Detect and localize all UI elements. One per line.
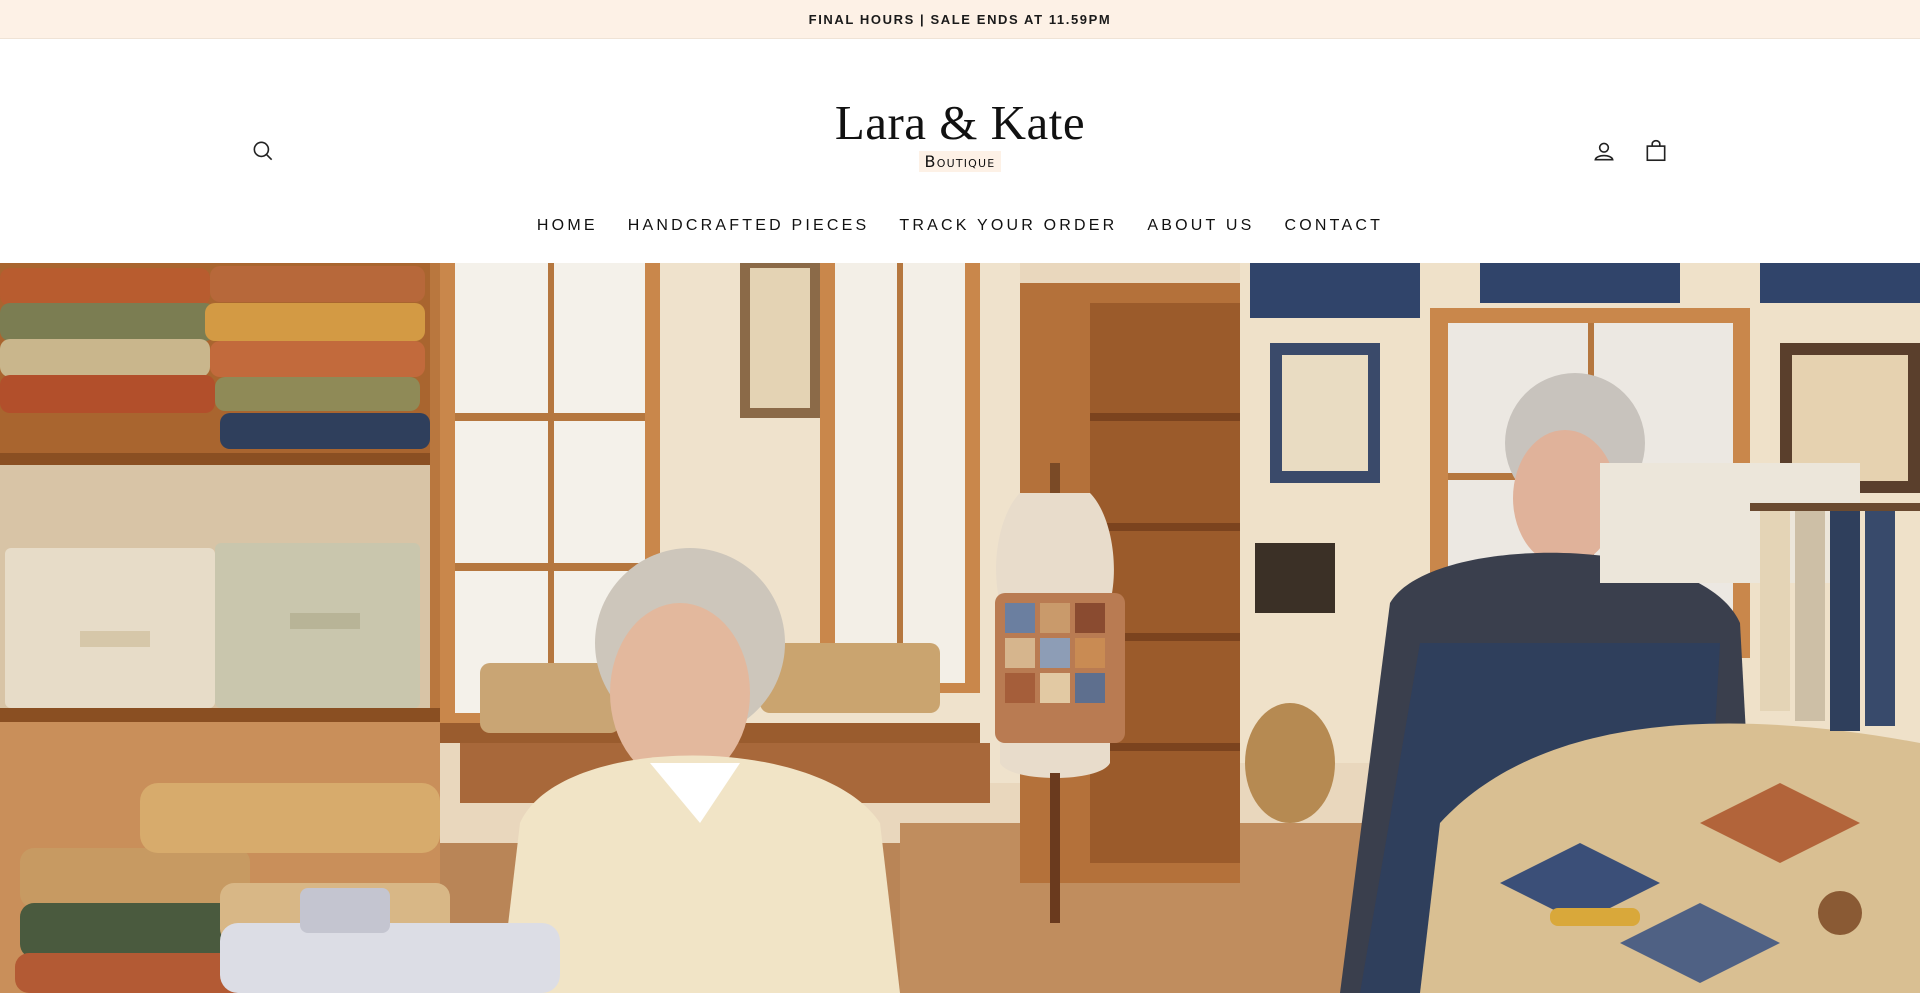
- cart-button[interactable]: [1636, 131, 1676, 171]
- nav-item-handcrafted-pieces[interactable]: HANDCRAFTED PIECES: [628, 217, 870, 235]
- announcement-bar: FINAL HOURS | SALE ENDS AT 11.59PM: [0, 0, 1920, 39]
- logo-subtitle: Boutique: [918, 151, 1002, 172]
- nav-item-track-your-order[interactable]: TRACK YOUR ORDER: [899, 217, 1117, 235]
- logo-title: Lara & Kate: [834, 95, 1086, 150]
- hero-image: [0, 263, 1920, 993]
- hero-illustration: [0, 263, 1920, 993]
- shopping-bag-icon: [1646, 139, 1666, 162]
- announcement-text: FINAL HOURS | SALE ENDS AT 11.59PM: [808, 11, 1112, 27]
- search-icon: [253, 141, 273, 161]
- site-header: Lara & Kate Boutique HOME HANDCRAFTED PI…: [0, 39, 1920, 263]
- account-button[interactable]: [1584, 131, 1624, 171]
- nav-item-contact[interactable]: CONTACT: [1285, 217, 1384, 235]
- nav-item-about-us[interactable]: ABOUT US: [1147, 217, 1254, 235]
- main-nav: HOME HANDCRAFTED PIECES TRACK YOUR ORDER…: [0, 211, 1920, 241]
- site-logo[interactable]: Lara & Kate Boutique: [820, 95, 1100, 215]
- nav-item-home[interactable]: HOME: [537, 217, 598, 235]
- user-icon: [1594, 142, 1614, 161]
- search-button[interactable]: [243, 131, 283, 171]
